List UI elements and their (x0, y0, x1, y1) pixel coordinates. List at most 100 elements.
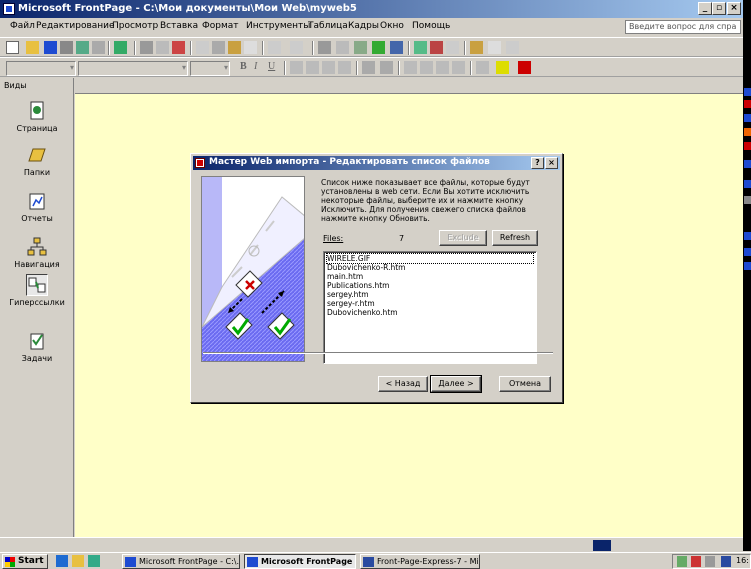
show-all-icon[interactable] (446, 41, 459, 54)
views-header: Виды (4, 81, 27, 90)
font-size-select[interactable] (190, 61, 230, 76)
refresh-button[interactable]: Refresh (492, 230, 538, 246)
volume-tray-icon[interactable] (705, 556, 715, 567)
close-doc-icon[interactable] (506, 41, 519, 54)
standard-toolbar (0, 37, 743, 57)
outlook-quicklaunch-icon[interactable] (72, 555, 84, 567)
align-left-icon[interactable] (290, 61, 303, 74)
frontpage-app-icon[interactable] (3, 3, 15, 15)
menu-table[interactable]: Таблица (308, 21, 348, 31)
page-icon (26, 100, 48, 122)
wizard-description: Список ниже показывает все файлы, которы… (321, 178, 530, 223)
dialog-help-button[interactable]: ? (531, 157, 544, 169)
list-item[interactable]: Publications.htm (327, 281, 533, 290)
edge-icon (744, 100, 751, 108)
menu-file[interactable]: Файл (10, 21, 35, 31)
taskbar-frontpage-2[interactable]: Microsoft FrontPage -... (244, 554, 356, 569)
align-center-icon[interactable] (306, 61, 319, 74)
spelling-icon[interactable] (172, 41, 185, 54)
web-component-icon[interactable] (318, 41, 331, 54)
refresh-icon[interactable] (414, 41, 427, 54)
underline-button[interactable]: U (268, 61, 281, 74)
insert-picture-icon[interactable] (354, 41, 367, 54)
font-color-icon[interactable] (518, 61, 531, 74)
desktop-quicklaunch-icon[interactable] (88, 555, 100, 567)
copy-icon[interactable] (212, 41, 225, 54)
view-reports[interactable]: Отчеты (0, 190, 74, 242)
next-button[interactable]: Далее > (430, 375, 482, 393)
new-page-icon[interactable] (6, 41, 19, 54)
print-preview-icon[interactable] (156, 41, 169, 54)
list-item[interactable]: sergey-r.htm (327, 299, 533, 308)
print-icon[interactable] (140, 41, 153, 54)
dialog-title-bar[interactable]: Мастер Web импорта - Редактировать списо… (193, 156, 560, 170)
stop-icon[interactable] (430, 41, 443, 54)
undo-icon[interactable] (268, 41, 281, 54)
save-icon[interactable] (44, 41, 57, 54)
view-tasks[interactable]: Задачи (0, 330, 74, 382)
paste-icon[interactable] (228, 41, 241, 54)
back-button[interactable]: < Назад (378, 376, 428, 392)
format-painter-icon[interactable] (244, 41, 257, 54)
folder-icon[interactable] (488, 41, 501, 54)
toggle-view-icon[interactable] (114, 41, 127, 54)
toolbar-separator (134, 41, 136, 55)
cut-icon[interactable] (196, 41, 209, 54)
list-item[interactable]: sergey.htm (327, 290, 533, 299)
bold-button[interactable]: B (240, 61, 253, 74)
list-item[interactable]: WIRELE.GIF (326, 253, 534, 264)
menu-frames[interactable]: Кадры (348, 21, 379, 31)
highlight-icon[interactable] (496, 61, 509, 74)
taskbar-frontpage-1[interactable]: Microsoft FrontPage - C:\... (122, 554, 240, 569)
file-list[interactable]: WIRELE.GIF Dubovichenko-R.htm main.htm P… (323, 251, 537, 364)
network-tray-icon[interactable] (691, 556, 701, 567)
taskbar-word-doc[interactable]: Front-Page-Express-7 - Mic... (360, 554, 480, 569)
font-select[interactable] (78, 61, 188, 76)
numbering-icon[interactable] (404, 61, 417, 74)
help-icon[interactable] (470, 41, 483, 54)
hyperlink-icon[interactable] (390, 41, 403, 54)
view-folders[interactable]: Папки (0, 144, 74, 196)
increase-indent-icon[interactable] (452, 61, 465, 74)
menu-format[interactable]: Формат (202, 21, 239, 31)
decrease-indent-icon[interactable] (436, 61, 449, 74)
preview-icon[interactable] (92, 41, 105, 54)
menu-edit[interactable]: Редактирование (36, 21, 115, 31)
folder-list-icon[interactable] (76, 41, 89, 54)
menu-insert[interactable]: Вставка (160, 21, 198, 31)
list-item[interactable]: Dubovichenko-R.htm (327, 263, 533, 272)
menu-tools[interactable]: Инструменты (246, 21, 310, 31)
menu-view[interactable]: Просмотр (112, 21, 158, 31)
borders-icon[interactable] (476, 61, 489, 74)
justify-icon[interactable] (338, 61, 351, 74)
start-button[interactable]: Start (2, 554, 48, 569)
publish-icon[interactable] (60, 41, 73, 54)
list-item[interactable]: main.htm (327, 272, 533, 281)
edge-icon (744, 196, 751, 204)
redo-icon[interactable] (290, 41, 303, 54)
increase-font-icon[interactable] (362, 61, 375, 74)
insert-table-icon[interactable] (336, 41, 349, 54)
minimize-button[interactable]: _ (698, 2, 712, 15)
list-item[interactable]: Dubovichenko.htm (327, 308, 533, 317)
window-title-bar[interactable]: Microsoft FrontPage - C:\Мои документы\М… (0, 0, 743, 18)
help-question-box[interactable]: Введите вопрос для спра (625, 20, 741, 34)
language-tray-icon[interactable] (721, 556, 731, 567)
open-icon[interactable] (26, 41, 39, 54)
align-right-icon[interactable] (322, 61, 335, 74)
close-button[interactable]: × (727, 2, 741, 15)
dialog-close-button[interactable]: × (545, 157, 558, 169)
maximize-button[interactable]: ▫ (712, 2, 726, 15)
menu-help[interactable]: Помощь (412, 21, 450, 31)
ie-quicklaunch-icon[interactable] (56, 555, 68, 567)
exclude-button[interactable]: Exclude (439, 230, 487, 246)
keyboard-tray-icon[interactable] (677, 556, 687, 567)
view-hyperlinks[interactable]: Гиперссылки (0, 274, 74, 326)
bullets-icon[interactable] (420, 61, 433, 74)
drawing-icon[interactable] (372, 41, 385, 54)
cancel-button[interactable]: Отмена (499, 376, 551, 392)
italic-button[interactable]: I (254, 61, 267, 74)
style-select[interactable] (6, 61, 76, 76)
menu-window[interactable]: Окно (380, 21, 404, 31)
decrease-font-icon[interactable] (380, 61, 393, 74)
